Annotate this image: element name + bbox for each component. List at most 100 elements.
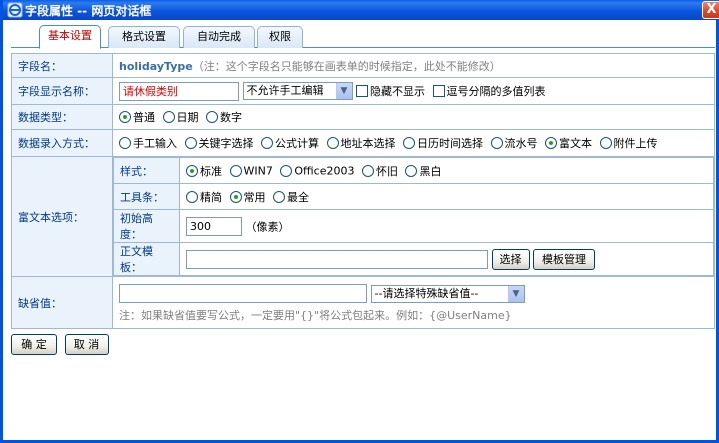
data-type-option-date[interactable]: 日期 bbox=[162, 109, 199, 125]
rich-style-label: 样式： bbox=[113, 157, 180, 184]
edit-mode-select[interactable]: 不允许手工编辑 ▼ bbox=[242, 82, 353, 100]
input-mode-label: 数据录入方式： bbox=[11, 129, 113, 157]
input-mode-row: 数据录入方式： 手工输入 关键字选择 公式计算 地址本选择 日历时间选择 流水号… bbox=[11, 129, 715, 157]
style-option-retro[interactable]: 怀旧 bbox=[361, 163, 398, 179]
tab-format-settings[interactable]: 格式设置 bbox=[108, 26, 180, 48]
window-title: 字段属性 -- 网页对话框 bbox=[25, 4, 152, 18]
radio-button[interactable] bbox=[162, 111, 175, 123]
hide-checkbox-label: 隐藏不显示 bbox=[370, 85, 425, 98]
radio-button[interactable] bbox=[490, 137, 503, 149]
input-mode-option-addressbook[interactable]: 地址本选择 bbox=[326, 135, 396, 151]
option-label: 精简 bbox=[200, 190, 222, 204]
rich-toolbar-label: 工具条： bbox=[113, 183, 180, 210]
chevron-down-icon: ▼ bbox=[507, 285, 524, 302]
input-mode-option-manual[interactable]: 手工输入 bbox=[119, 135, 177, 151]
radio-button[interactable] bbox=[206, 111, 218, 123]
ok-button[interactable]: 确 定 bbox=[11, 334, 57, 355]
template-manage-button[interactable]: 模板管理 bbox=[533, 248, 595, 270]
multi-value-checkbox-option[interactable]: 逗号分隔的多值列表 bbox=[432, 83, 546, 99]
input-mode-option-keyword[interactable]: 关键字选择 bbox=[184, 135, 254, 151]
field-name-label: 字段名： bbox=[11, 53, 113, 78]
data-type-option-normal[interactable]: 普通 bbox=[119, 109, 155, 125]
close-button[interactable]: X bbox=[702, 1, 719, 19]
rich-height-row: 初始高度： （像素） bbox=[113, 209, 714, 243]
option-label: WIN7 bbox=[243, 164, 273, 178]
option-label: Office2003 bbox=[294, 164, 355, 178]
radio-button[interactable] bbox=[186, 190, 198, 203]
style-option-win7[interactable]: WIN7 bbox=[229, 164, 273, 178]
multi-value-checkbox[interactable] bbox=[432, 85, 445, 97]
edit-mode-value: 不允许手工编辑 bbox=[246, 84, 324, 97]
input-mode-option-calendar[interactable]: 日历时间选择 bbox=[403, 135, 483, 151]
option-label: 流水号 bbox=[504, 137, 538, 150]
input-mode-option-attachment[interactable]: 附件上传 bbox=[599, 135, 658, 151]
radio-button[interactable] bbox=[273, 190, 285, 203]
radio-button[interactable] bbox=[361, 164, 374, 177]
data-type-option-number[interactable]: 数字 bbox=[206, 109, 242, 125]
radio-button[interactable] bbox=[229, 164, 242, 177]
toolbar-option-common[interactable]: 常用 bbox=[229, 189, 266, 205]
display-name-label: 字段显示名称： bbox=[11, 77, 113, 105]
radio-button[interactable] bbox=[119, 111, 131, 123]
rich-style-row: 样式： 标准 WIN7 Office2003 怀旧 黑白 bbox=[113, 157, 714, 184]
tab-permissions[interactable]: 权限 bbox=[257, 26, 303, 48]
option-label: 富文本 bbox=[559, 137, 592, 150]
style-option-standard[interactable]: 标准 bbox=[186, 163, 222, 179]
toolbar-option-simple[interactable]: 精简 bbox=[186, 189, 222, 205]
style-option-blackwhite[interactable]: 黑白 bbox=[405, 163, 441, 179]
cancel-button[interactable]: 取 消 bbox=[64, 334, 109, 355]
option-label: 普通 bbox=[133, 111, 155, 124]
radio-button[interactable] bbox=[184, 137, 197, 149]
tab-autocomplete[interactable]: 自动完成 bbox=[183, 26, 255, 48]
title-bar: 字段属性 -- 网页对话框 X bbox=[3, 0, 719, 20]
radio-button[interactable] bbox=[326, 137, 339, 149]
initial-height-input[interactable] bbox=[186, 216, 242, 236]
toolbar-option-full[interactable]: 最全 bbox=[273, 189, 309, 205]
input-mode-option-serial[interactable]: 流水号 bbox=[490, 135, 538, 151]
data-type-row: 数据类型： 普通 日期 数字 bbox=[11, 104, 715, 130]
radio-button[interactable] bbox=[261, 137, 273, 149]
default-value-input[interactable] bbox=[119, 284, 367, 303]
data-type-label: 数据类型： bbox=[11, 104, 113, 130]
multi-value-checkbox-label: 逗号分隔的多值列表 bbox=[446, 85, 546, 98]
option-label: 附件上传 bbox=[613, 137, 658, 150]
option-label: 关键字选择 bbox=[198, 137, 254, 150]
radio-button[interactable] bbox=[545, 137, 557, 149]
option-label: 日历时间选择 bbox=[417, 137, 483, 150]
option-label: 最全 bbox=[287, 190, 309, 204]
default-value-row: 缺省值： --请选择特殊缺省值-- ▼ 注：如果缺省值要写公式，一定要用"{}"将… bbox=[11, 276, 715, 329]
rich-text-label: 富文本选项： bbox=[11, 156, 113, 277]
template-input[interactable] bbox=[186, 249, 488, 269]
option-label: 数字 bbox=[220, 111, 242, 124]
option-label: 怀旧 bbox=[375, 164, 398, 178]
option-label: 黑白 bbox=[419, 164, 442, 178]
rich-template-label: 正文模板： bbox=[113, 242, 180, 276]
input-mode-option-richtext[interactable]: 富文本 bbox=[545, 135, 592, 151]
chevron-down-icon: ▼ bbox=[335, 83, 352, 99]
hide-checkbox-option[interactable]: 隐藏不显示 bbox=[356, 83, 425, 99]
style-option-office2003[interactable]: Office2003 bbox=[280, 164, 355, 178]
dialog-window: 字段属性 -- 网页对话框 X 基本设置 格式设置 自动完成 权限 字段名： h… bbox=[0, 0, 719, 443]
radio-button[interactable] bbox=[405, 164, 418, 177]
radio-button[interactable] bbox=[119, 137, 131, 149]
radio-button[interactable] bbox=[280, 164, 293, 177]
select-template-button[interactable]: 选择 bbox=[491, 248, 530, 270]
input-mode-option-formula[interactable]: 公式计算 bbox=[261, 135, 319, 151]
radio-button[interactable] bbox=[229, 190, 242, 203]
hide-checkbox[interactable] bbox=[356, 85, 368, 97]
special-default-select[interactable]: --请选择特殊缺省值-- ▼ bbox=[370, 284, 525, 303]
dialog-buttons: 确 定 取 消 bbox=[11, 334, 109, 355]
rich-text-options-table: 样式： 标准 WIN7 Office2003 怀旧 黑白 工具条： 精简 常用 … bbox=[113, 157, 714, 276]
option-label: 地址本选择 bbox=[340, 137, 396, 150]
tab-basic-settings[interactable]: 基本设置 bbox=[39, 25, 101, 49]
display-name-row: 字段显示名称： 不允许手工编辑 ▼ 隐藏不显示 逗号分隔的多值列表 bbox=[11, 77, 715, 105]
field-name-note: （注：这个字段名只能够在画表单的时候指定，此处不能修改） bbox=[192, 59, 501, 73]
rich-text-row: 富文本选项： 样式： 标准 WIN7 Office2003 怀旧 黑白 工具条：… bbox=[11, 156, 715, 277]
radio-button[interactable] bbox=[403, 137, 415, 149]
radio-button[interactable] bbox=[599, 137, 612, 149]
tab-bar: 基本设置 格式设置 自动完成 权限 bbox=[11, 25, 715, 49]
radio-button[interactable] bbox=[186, 164, 198, 177]
display-name-input[interactable] bbox=[119, 81, 239, 101]
special-default-value: --请选择特殊缺省值-- bbox=[374, 286, 479, 300]
option-label: 标准 bbox=[200, 164, 222, 178]
